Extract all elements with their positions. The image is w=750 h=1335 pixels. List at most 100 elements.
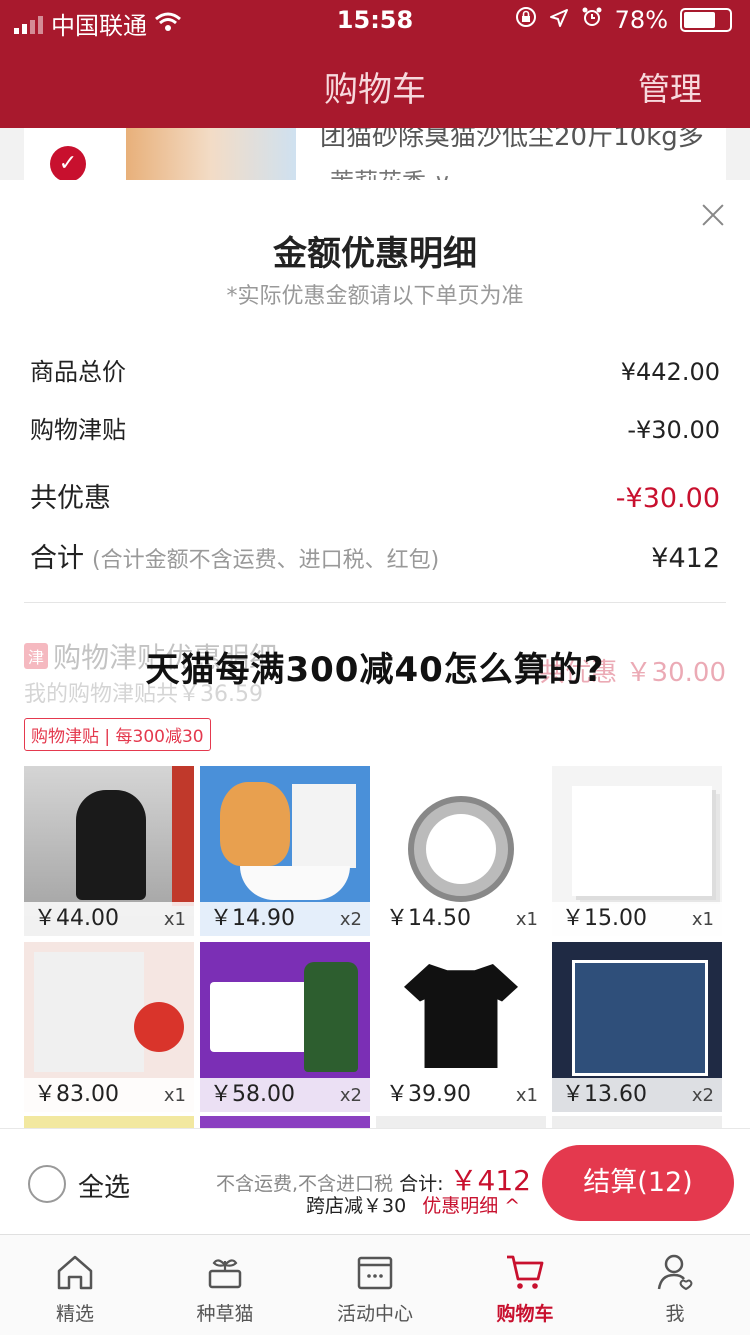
sprout-box-icon (208, 1259, 242, 1289)
battery-percent: 78% (614, 6, 668, 34)
user-icon (657, 1254, 693, 1291)
item-thumbnail (126, 128, 296, 188)
product-price: ￥14.90 (210, 906, 295, 931)
row-subtotal: 商品总价 ¥442.00 (30, 352, 720, 387)
row-value: ¥412 (651, 543, 720, 574)
row-value: -¥30.00 (627, 416, 720, 444)
product-tile[interactable]: ￥39.90 x1 (376, 942, 546, 1112)
product-image-bag (292, 784, 356, 868)
close-icon[interactable] (702, 204, 724, 226)
tab-label: 购物车 (496, 1303, 554, 1325)
product-qty: x2 (339, 909, 362, 930)
product-image (76, 790, 146, 900)
overlay-caption: 天猫每满300减40怎么算的? (145, 650, 605, 690)
alarm-icon (581, 6, 603, 34)
status-right: 78% (515, 6, 732, 34)
product-tile[interactable]: ￥58.00 x2 (200, 942, 370, 1112)
tab-cart[interactable]: 购物车 (450, 1235, 600, 1335)
tab-bar: 精选 种草猫 活动中心 购物车 我 (0, 1234, 750, 1335)
rotation-lock-icon (515, 6, 537, 34)
item-checkbox[interactable]: ✓ (50, 146, 86, 182)
product-qty: x1 (163, 909, 186, 930)
row-value: ¥442.00 (620, 358, 720, 386)
product-price: ￥39.90 (386, 1082, 471, 1107)
row-label: 商品总价 (30, 358, 126, 386)
row-total-discount: 共优惠 -¥30.00 (30, 476, 720, 515)
product-tile[interactable]: ￥15.00 x1 (552, 766, 722, 936)
tab-label: 精选 (55, 1303, 94, 1325)
product-image (572, 786, 712, 896)
manage-button[interactable]: 管理 (638, 64, 702, 110)
discount-line: 跨店减￥30 优惠明细 ^ (306, 1191, 520, 1218)
product-image-bowl (240, 866, 350, 900)
sheet-subtitle: *实际优惠金额请以下单页为准 (226, 284, 524, 309)
discount-detail-sheet: 金额优惠明细 *实际优惠金额请以下单页为准 商品总价 ¥442.00 购物津贴 … (0, 180, 750, 1128)
product-price: ￥14.50 (386, 906, 471, 931)
product-qty: x2 (691, 1085, 714, 1106)
tab-me[interactable]: 我 (600, 1235, 750, 1335)
cart-item: ✓ 团猫砂除臭猫沙低尘20斤10kg多 茉莉花香 ∨ (24, 128, 726, 188)
row-value: -¥30.00 (615, 483, 720, 514)
product-tile[interactable]: ￥14.50 x1 (376, 766, 546, 936)
row-allowance: 购物津贴 -¥30.00 (30, 410, 720, 445)
product-qty: x1 (515, 909, 538, 930)
product-image-badge (134, 1002, 184, 1052)
row-label-group: 合计 (合计金额不含运费、进口税、红包) (30, 536, 439, 575)
product-qty: x1 (163, 1085, 186, 1106)
product-tile-peek (376, 1116, 546, 1128)
tab-label: 种草猫 (196, 1303, 254, 1325)
product-image (210, 982, 310, 1052)
product-price: ￥58.00 (210, 1082, 295, 1107)
product-grid-next-row (24, 1116, 726, 1128)
divider (24, 602, 726, 603)
product-tile[interactable]: ￥14.90 x2 (200, 766, 370, 936)
promo-tag: 购物津贴 | 每300减30 (24, 718, 211, 751)
product-image (408, 796, 514, 902)
cart-icon (507, 1255, 544, 1289)
row-label: 合计 (30, 543, 84, 574)
product-tile-peek (200, 1116, 370, 1128)
product-grid: ￥44.00 x1 ￥14.90 x2 ￥14.50 x1 ￥15.00 x1 ￥83.… (24, 766, 726, 1112)
sheet-title: 金额优惠明细 (273, 234, 477, 274)
checkout-button[interactable]: 结算(12) (542, 1145, 734, 1221)
location-icon (549, 6, 569, 34)
tab-home[interactable]: 精选 (0, 1235, 150, 1335)
row-grand-total: 合计 (合计金额不含运费、进口税、红包) ¥412 (30, 536, 720, 575)
product-qty: x1 (691, 909, 714, 930)
product-qty: x1 (515, 1085, 538, 1106)
product-price: ￥13.60 (562, 1082, 647, 1107)
tab-label: 我 (665, 1303, 685, 1325)
status-bar: 中国联通 15:58 78% (0, 0, 750, 40)
battery-icon (680, 8, 732, 32)
product-price: ￥44.00 (34, 906, 119, 931)
select-all-label[interactable]: 全选 (78, 1167, 130, 1204)
product-image (404, 964, 518, 1068)
product-tile[interactable]: ￥83.00 x1 (24, 942, 194, 1112)
discount-detail-link[interactable]: 优惠明细 ^ (422, 1195, 520, 1217)
tab-events[interactable]: 活动中心 (300, 1235, 450, 1335)
checkout-bar: 全选 不含运费,不含进口税 合计: ￥412 跨店减￥30 优惠明细 ^ 结算(… (0, 1128, 750, 1235)
product-qty: x2 (339, 1085, 362, 1106)
item-title: 团猫砂除臭猫沙低尘20斤10kg多 (320, 128, 704, 152)
product-tile-peek (552, 1116, 722, 1128)
tab-label: 活动中心 (336, 1303, 413, 1325)
row-label: 购物津贴 (30, 416, 126, 444)
select-all-radio[interactable] (28, 1165, 66, 1203)
cross-store-discount: 跨店减￥30 (306, 1195, 407, 1217)
product-price: ￥83.00 (34, 1082, 119, 1107)
product-image (572, 960, 708, 1076)
product-price: ￥15.00 (562, 906, 647, 931)
row-label: 共优惠 (30, 483, 111, 514)
battery-fill (684, 12, 715, 28)
product-tile[interactable]: ￥13.60 x2 (552, 942, 722, 1112)
calendar-icon (357, 1256, 393, 1290)
product-image (34, 952, 144, 1072)
product-image (220, 782, 290, 866)
top-bar: 中国联通 15:58 78% 购物车 管理 (0, 0, 750, 128)
tab-seed[interactable]: 种草猫 (150, 1235, 300, 1335)
product-image-bottle (304, 962, 358, 1072)
product-tile[interactable]: ￥44.00 x1 (24, 766, 194, 936)
product-tile-peek (24, 1116, 194, 1128)
row-note: (合计金额不含运费、进口税、红包) (92, 548, 440, 573)
product-image-accent (172, 766, 194, 906)
